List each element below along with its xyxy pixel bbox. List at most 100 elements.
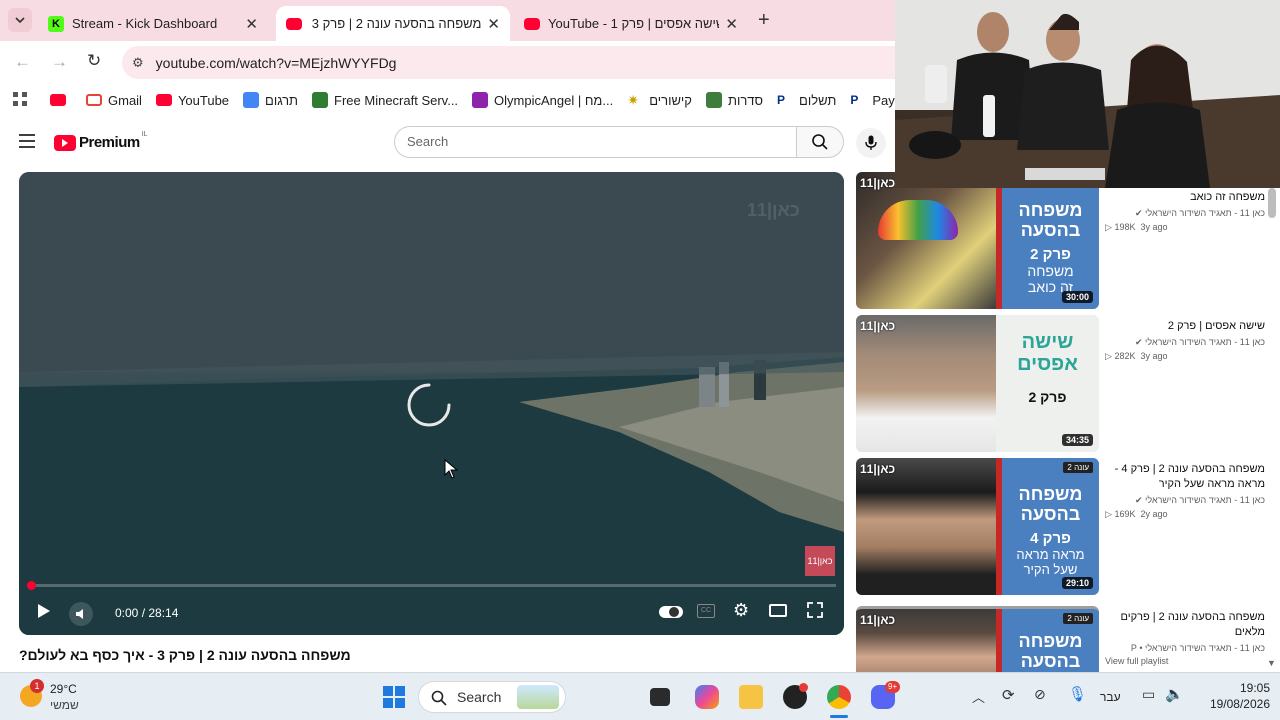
- related-playlist-item[interactable]: משפחה בהסעה כאן|11 עונה 2 משפחה בהסעה עו…: [856, 606, 1276, 672]
- related-video-item[interactable]: משפחה בהסעה פרק 4 מראה מראה שעל הקיר כאן…: [856, 458, 1276, 595]
- channel-name[interactable]: כאן 11 - תאגיד השידור הישראלי ✔: [1105, 495, 1265, 506]
- related-title[interactable]: משפחה בהסעה עונה 2 | פרק 4 - מראה מראה ש…: [1105, 462, 1265, 492]
- tab-close-icon[interactable]: ✕: [487, 15, 500, 33]
- microphone-icon[interactable]: 🎙: [1068, 685, 1087, 703]
- input-language[interactable]: עבר: [1100, 690, 1121, 704]
- tab-youtube-other[interactable]: YouTube - שישה אפסים | פרק 1 ✕: [514, 6, 748, 41]
- tab-search-chevron-icon[interactable]: [8, 8, 32, 32]
- voice-search-icon[interactable]: [856, 128, 886, 158]
- display-icon[interactable]: ▭: [1142, 686, 1155, 703]
- video-thumbnail[interactable]: שישה אפסים פרק 2 כאן|11 34:35: [856, 315, 1099, 452]
- play-small-icon: ▷: [1105, 509, 1112, 519]
- channel-name[interactable]: כאן 11 - תאגיד השידור הישראלי • P: [1105, 643, 1265, 653]
- star-icon: ✷: [627, 92, 639, 108]
- tab-close-icon[interactable]: ✕: [725, 15, 738, 33]
- playlist-thumbnail[interactable]: משפחה בהסעה כאן|11 עונה 2: [856, 606, 1099, 672]
- windows-taskbar: 1 29°C שמשי Search 9+ ︿ ⟳ ⊘ 🎙 עבר ▭ 🔈 19…: [0, 672, 1280, 720]
- task-view-icon[interactable]: [650, 688, 670, 706]
- gmail-icon: [86, 94, 102, 106]
- new-tab-icon[interactable]: +: [758, 9, 770, 32]
- paypal-icon: P: [777, 93, 786, 107]
- fullscreen-icon[interactable]: [807, 602, 823, 623]
- weather-widget[interactable]: 1 29°C שמשי: [20, 679, 140, 715]
- address-bar[interactable]: ⚙ youtube.com/watch?v=MEjzhWYYFDg: [122, 46, 895, 79]
- bookmark-series[interactable]: סדרות: [705, 92, 763, 108]
- clock-time: 19:05: [1239, 681, 1270, 695]
- channel-name[interactable]: כאן 11 - תאגיד השידור הישראלי ✔: [1105, 208, 1265, 219]
- bookmark-minecraft[interactable]: Free Minecraft Serv...: [312, 92, 458, 108]
- bookmark-youtube-icon-only[interactable]: [50, 94, 72, 106]
- webcam-scene: [895, 0, 1280, 188]
- theater-mode-icon[interactable]: [769, 604, 787, 617]
- apps-grid-icon[interactable]: [12, 91, 28, 110]
- thumb-line: פרק 2: [1030, 246, 1071, 263]
- channel-logo: כאן|11: [860, 319, 896, 333]
- play-button[interactable]: [37, 603, 51, 624]
- youtube-premium-logo[interactable]: Premium IL: [54, 131, 148, 151]
- page-scrollbar[interactable]: [1268, 188, 1276, 218]
- minecraft-icon: [312, 92, 329, 108]
- network-off-icon[interactable]: ⊘: [1034, 686, 1046, 703]
- webcam-overlay: [895, 0, 1280, 188]
- windows-start-icon[interactable]: [382, 685, 406, 709]
- sync-icon[interactable]: ⟳: [1002, 686, 1015, 704]
- back-icon[interactable]: ←: [14, 52, 31, 72]
- view-full-playlist-link[interactable]: View full playlist: [1105, 656, 1265, 666]
- volume-button[interactable]: [69, 602, 93, 626]
- related-title[interactable]: משפחה זה כואב: [1105, 190, 1265, 205]
- video-age: 3y ago: [1140, 222, 1168, 232]
- bookmark-translate[interactable]: תרגום: [243, 92, 298, 108]
- volume-icon[interactable]: 🔈: [1165, 685, 1184, 703]
- verified-icon: ✔: [1134, 495, 1143, 505]
- channel-logo: כאן|11: [860, 462, 896, 476]
- search-input[interactable]: Search: [394, 126, 797, 158]
- video-thumbnail[interactable]: משפחה בהסעה פרק 4 מראה מראה שעל הקיר כאן…: [856, 458, 1099, 595]
- bookmark-paypal[interactable]: P Payl: [850, 92, 897, 108]
- tray-overflow-chevron-icon[interactable]: ︿: [972, 687, 985, 706]
- channel-label: כאן 11 - תאגיד השידור הישראלי: [1145, 495, 1265, 505]
- related-title[interactable]: שישה אפסים | פרק 2: [1105, 319, 1265, 334]
- tab-current-video[interactable]: משפחה בהסעה עונה 2 | פרק 3 ✕: [276, 6, 510, 41]
- video-stats: ▷ 282K 3y ago: [1105, 351, 1265, 362]
- scroll-down-arrow-icon[interactable]: ▼: [1267, 658, 1276, 668]
- bookmark-payment[interactable]: P תשלום: [777, 92, 836, 108]
- bookmark-olympicangel[interactable]: OlympicAngel | מח...: [472, 92, 613, 108]
- settings-gear-icon[interactable]: ⚙: [733, 600, 749, 621]
- bookmark-gmail[interactable]: Gmail: [86, 93, 142, 108]
- paypal-icon: P: [850, 93, 859, 107]
- thumb-line: מראה מראה: [1016, 547, 1085, 562]
- related-video-item[interactable]: שישה אפסים פרק 2 כאן|11 34:35 שישה אפסים…: [856, 315, 1276, 452]
- forward-icon[interactable]: →: [51, 52, 68, 72]
- video-player[interactable]: כאן|11 כאן|11 0:00 / 28:14 CC ⚙: [19, 172, 844, 635]
- volume-icon: [76, 609, 83, 619]
- tab-kick-dashboard[interactable]: K Stream - Kick Dashboard ✕: [38, 6, 268, 41]
- bookmark-youtube[interactable]: YouTube: [155, 93, 229, 108]
- progress-scrubber[interactable]: [27, 581, 36, 590]
- play-small-icon: ▷: [1105, 222, 1112, 232]
- autoplay-toggle[interactable]: [659, 606, 683, 618]
- tab-close-icon[interactable]: ✕: [245, 15, 258, 33]
- search-button[interactable]: [796, 126, 844, 158]
- thumb-line: בהסעה: [1020, 651, 1081, 671]
- video-age: 2y ago: [1140, 509, 1168, 519]
- browser-toolbar: ← → ↻ ⚙ youtube.com/watch?v=MEjzhWYYFDg: [0, 41, 895, 84]
- menu-icon[interactable]: [19, 134, 35, 153]
- progress-bar[interactable]: [27, 581, 836, 590]
- bookmark-links[interactable]: ✷ קישורים: [627, 92, 692, 108]
- reload-icon[interactable]: ↻: [87, 51, 101, 71]
- view-count: 169K: [1114, 509, 1136, 519]
- playlist-title[interactable]: משפחה בהסעה עונה 2 | פרקים מלאים: [1105, 610, 1266, 640]
- site-info-icon[interactable]: ⚙: [132, 55, 144, 71]
- verified-icon: ✔: [1134, 337, 1143, 347]
- file-explorer-icon[interactable]: [739, 685, 763, 709]
- chrome-icon[interactable]: [827, 685, 851, 709]
- bookmark-label: תרגום: [265, 92, 299, 108]
- related-video-item[interactable]: משפחה בהסעה פרק 2 משפחה זה כואב כאן|11 3…: [856, 172, 1276, 309]
- clock[interactable]: 19:05 19/08/2026: [1190, 681, 1270, 711]
- channel-name[interactable]: כאן 11 - תאגיד השידור הישראלי ✔: [1105, 337, 1265, 348]
- captions-button[interactable]: CC: [697, 604, 715, 618]
- video-thumbnail[interactable]: משפחה בהסעה פרק 2 משפחה זה כואב כאן|11 3…: [856, 172, 1099, 309]
- tab-title: Stream - Kick Dashboard: [72, 16, 218, 31]
- taskbar-search[interactable]: Search: [418, 681, 566, 713]
- copilot-icon[interactable]: [695, 685, 719, 709]
